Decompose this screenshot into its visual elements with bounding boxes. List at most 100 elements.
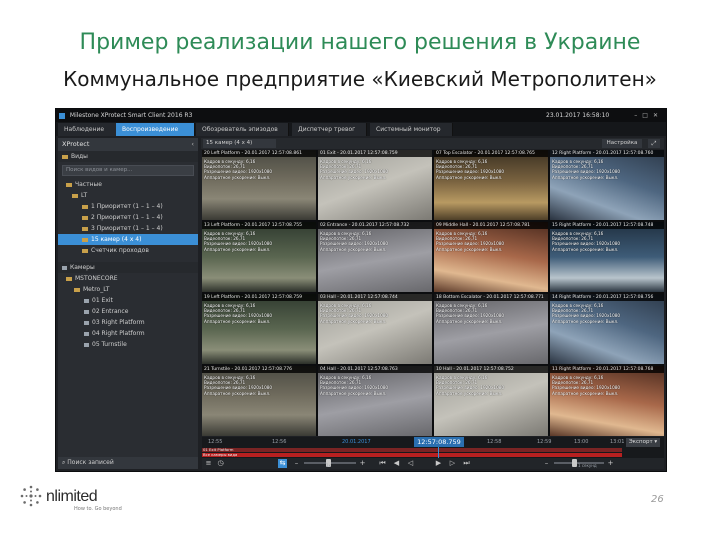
camera-tile[interactable]: 02 Entrance - 20.01.2017 12:57:08.732 Кад… <box>318 222 432 292</box>
page-number: 26 <box>651 494 664 505</box>
camera-tile-title: 03 Hall - 20.01.2017 12:57:08.744 <box>318 294 432 301</box>
views-search-input[interactable]: Поиск видов и камер... <box>62 165 194 176</box>
view-track[interactable]: Все камеры вида <box>202 452 622 457</box>
skip-back-icon[interactable]: ⏮ <box>378 459 387 468</box>
tree-item-priority-2[interactable]: 2 Приоритет (1 – 1 – 4) <box>58 212 198 223</box>
camera-tile-title: 09 Middle Hall - 20.01.2017 12:57:08.781 <box>434 222 548 229</box>
tree-camera[interactable]: 02 Entrance <box>58 306 198 317</box>
camera-tile[interactable]: 01 Exit - 20.01.2017 12:57:08.759 Кадров … <box>318 150 432 220</box>
camera-tile[interactable]: 07 Top Escalator - 20.01.2017 12:57:08.7… <box>434 150 548 220</box>
camera-icon <box>84 309 89 314</box>
folder-icon <box>66 182 72 187</box>
menu-icon[interactable]: ≡ <box>204 459 213 468</box>
tree-server[interactable]: MSTONECORE <box>58 273 198 284</box>
folder-icon <box>82 226 88 231</box>
tab-alarm-manager[interactable]: Диспетчер тревог3 <box>292 123 367 146</box>
tree-camera[interactable]: 01 Exit <box>58 295 198 306</box>
tree-item-counter[interactable]: Счетчик проходов <box>58 245 198 256</box>
current-time: 12:57:08.759 <box>414 437 464 447</box>
tree-item-priority-3[interactable]: 3 Приоритет (1 – 1 – 4) <box>58 223 198 234</box>
views-section[interactable]: Виды <box>58 151 198 162</box>
camera-stats: Кадров в секунду: 6,16 Видеопоток: 26,71… <box>204 159 273 180</box>
camera-tile[interactable]: 04 Hall - 20.01.2017 12:57:08.763 Кадров … <box>318 366 432 436</box>
server-icon <box>66 276 72 281</box>
tab-playback[interactable]: Воспроизведение <box>116 123 195 136</box>
camera-stats: Кадров в секунду: 6,16 Видеопоток: 26,71… <box>436 303 505 324</box>
zoom-in-icon[interactable]: + <box>606 459 615 468</box>
camera-stats: Кадров в секунду: 6,16 Видеопоток: 26,71… <box>552 303 621 324</box>
tree-label: 04 Right Platform <box>92 330 145 337</box>
camera-tile[interactable]: 12 Right Platform - 20.01.2017 12:57:08.… <box>550 150 664 220</box>
camera-tile-title: 19 Left Platform - 20.01.2017 12:57:08.7… <box>202 294 316 301</box>
slider-knob[interactable] <box>572 459 577 467</box>
camera-stats: Кадров в секунду: 6,16 Видеопоток: 26,71… <box>204 303 273 324</box>
step-forward-icon[interactable]: ▷ <box>448 459 457 468</box>
skip-forward-icon[interactable]: ⏭ <box>462 459 471 468</box>
camera-tile[interactable]: 03 Hall - 20.01.2017 12:57:08.744 Кадров … <box>318 294 432 364</box>
step-back-icon[interactable]: ◀ <box>392 459 401 468</box>
camera-tile[interactable]: 14 Right Platform - 20.01.2017 12:57:08.… <box>550 294 664 364</box>
folder-icon <box>72 193 78 198</box>
collapse-chevron-icon[interactable]: ‹ <box>191 138 194 151</box>
export-button[interactable]: Экспорт ▾ <box>626 438 660 447</box>
tree-camera[interactable]: 05 Turnstile <box>58 339 198 350</box>
play-icon[interactable]: ▶ <box>434 459 443 468</box>
camera-tile-title: 15 Right Platform - 20.01.2017 12:57:08.… <box>550 222 664 229</box>
sidebar-header: XProtect ‹ <box>58 138 198 151</box>
tree-camera[interactable]: 03 Right Platform <box>58 317 198 328</box>
tree-label: Счетчик проходов <box>91 247 149 254</box>
tree-item-priority-1[interactable]: 1 Приоритет (1 – 1 – 4) <box>58 201 198 212</box>
milestone-logo-icon <box>59 112 65 119</box>
camera-tile[interactable]: 10 Hall - 20.01.2017 12:57:08.752 Кадров … <box>434 366 548 436</box>
tree-lt[interactable]: LT <box>58 190 198 201</box>
camera-stats: Кадров в секунду: 6,16 Видеопоток: 26,71… <box>204 375 273 396</box>
view-select[interactable]: 15 камер (4 x 4) <box>203 139 276 148</box>
tree-label: 05 Turnstile <box>92 341 127 348</box>
camera-tile[interactable]: 21 Turnstile - 20.01.2017 12:57:08.776 Ка… <box>202 366 316 436</box>
view-icon <box>82 237 88 242</box>
camera-tile-title: 20 Left Platform - 20.01.2017 12:57:08.8… <box>202 150 316 157</box>
play-reverse-icon[interactable]: ◁ <box>406 459 415 468</box>
tab-label: Обозреватель эпизодов <box>202 126 278 133</box>
tab-system-monitor[interactable]: Системный монитор <box>370 123 453 136</box>
tree-label: LT <box>81 192 88 199</box>
setup-button[interactable]: Настройка <box>602 139 642 148</box>
clock-icon[interactable]: ◷ <box>216 459 225 468</box>
cameras-section[interactable]: Камеры <box>58 262 198 273</box>
timeline-tick: 13:00 <box>574 439 589 445</box>
speed-faster-icon[interactable]: + <box>358 459 367 468</box>
camera-stats: Кадров в секунду: 6,16 Видеопоток: 26,71… <box>320 375 389 396</box>
camera-tile[interactable]: 09 Middle Hall - 20.01.2017 12:57:08.781… <box>434 222 548 292</box>
camera-tile[interactable]: 11 Right Platform - 20.01.2017 12:57:08.… <box>550 366 664 436</box>
folder-icon <box>82 204 88 209</box>
fullscreen-icon[interactable]: ⤢ <box>648 139 660 148</box>
record-search-panel[interactable]: ⌕ Поиск записей <box>58 457 198 469</box>
tree-label: 02 Entrance <box>92 308 129 315</box>
tree-camera[interactable]: 04 Right Platform <box>58 328 198 339</box>
timeline-tick: 12:56 <box>272 439 287 445</box>
tree-label: MSTONECORE <box>75 275 118 282</box>
camera-tile[interactable]: 18 Bottom Escalator - 20.01.2017 12:57:0… <box>434 294 548 364</box>
tree-item-15-cameras[interactable]: 15 камер (4 x 4) <box>58 234 198 245</box>
camera-stats: Кадров в секунду: 6,16 Видеопоток: 26,71… <box>552 375 621 396</box>
logo-mark-icon <box>20 485 42 507</box>
zoom-out-icon[interactable]: – <box>542 459 551 468</box>
tree-group[interactable]: Metro_LT <box>58 284 198 295</box>
camera-tile[interactable]: 19 Left Platform - 20.01.2017 12:57:08.7… <box>202 294 316 364</box>
camera-tile[interactable]: 15 Right Platform - 20.01.2017 12:57:08.… <box>550 222 664 292</box>
speed-slower-icon[interactable]: – <box>292 459 301 468</box>
camera-track[interactable]: 01 Exit Platform <box>202 447 622 452</box>
tab-sequence-explorer[interactable]: Обозреватель эпизодов <box>196 123 289 136</box>
playback-timeline: 12:55 12:56 20.01.2017 12:58 12:59 13:00… <box>202 437 664 469</box>
camera-stats: Кадров в секунду: 6,16 Видеопоток: 26,71… <box>320 231 389 252</box>
camera-tile[interactable]: 20 Left Platform - 20.01.2017 12:57:08.8… <box>202 150 316 220</box>
live-sync-button[interactable]: ⇆ <box>278 459 287 468</box>
tab-live[interactable]: Наблюдение <box>58 123 121 136</box>
camera-tile-title: 01 Exit - 20.01.2017 12:57:08.759 <box>318 150 432 157</box>
tree-private[interactable]: Частные <box>58 179 198 190</box>
window-controls[interactable]: –□✕ <box>634 109 663 122</box>
tree-label: 15 камер (4 x 4) <box>91 236 142 243</box>
camera-tile[interactable]: 13 Left Platform - 20.01.2017 12:57:08.7… <box>202 222 316 292</box>
camera-tile-title: 07 Top Escalator - 20.01.2017 12:57:08.7… <box>434 150 548 157</box>
camera-tile-title: 10 Hall - 20.01.2017 12:57:08.752 <box>434 366 548 373</box>
